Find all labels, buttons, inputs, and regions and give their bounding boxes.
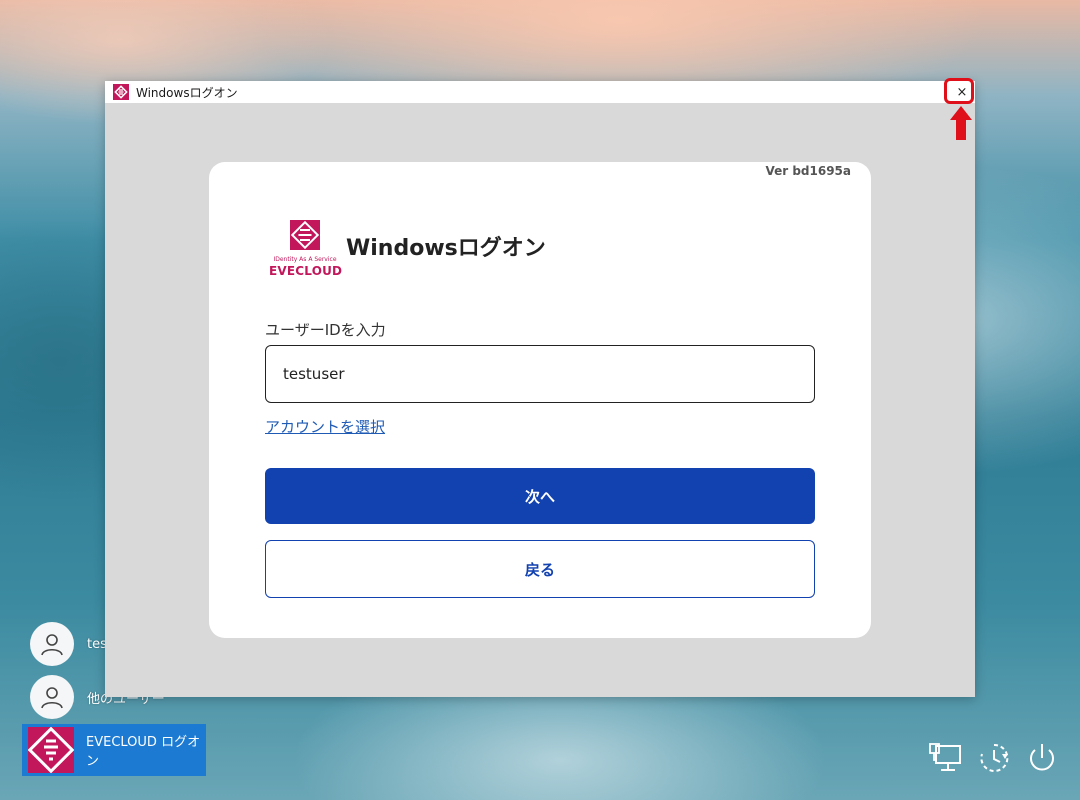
brand-tagline: IDentity As A Service (273, 256, 337, 263)
evecloud-brand-logo: IDentity As A Service EVECLOUD (269, 220, 343, 282)
logon-card: Ver bd1695a IDentity As A Service EVECLO… (209, 162, 871, 638)
user-avatar-icon (30, 675, 74, 719)
user-id-label: ユーザーIDを入力 (265, 321, 386, 339)
next-button[interactable]: 次へ (265, 468, 815, 524)
power-icon[interactable] (1024, 740, 1060, 776)
user-name: tes (87, 636, 107, 652)
brand-name: EVECLOUD (269, 264, 343, 278)
network-icon[interactable] (928, 740, 964, 776)
accessibility-icon[interactable] (976, 740, 1012, 776)
evecloud-logon-tile[interactable]: EVECLOUD ログオン (22, 724, 206, 776)
back-button[interactable]: 戻る (265, 540, 815, 598)
evecloud-logo-icon (113, 84, 129, 100)
page-title: Windowsログオン (346, 236, 546, 261)
close-button-highlight (944, 78, 974, 104)
user-tile-testuser[interactable]: tes (30, 622, 107, 666)
evecloud-logo-icon (290, 220, 320, 250)
window-titlebar: Windowsログオン × (105, 81, 975, 103)
window-title: Windowsログオン (136, 85, 238, 100)
user-avatar-icon (30, 622, 74, 666)
evecloud-logo-icon (27, 726, 75, 774)
red-arrow-up-icon (950, 106, 972, 140)
evecloud-tile-label: EVECLOUD ログオン (86, 735, 201, 769)
user-id-input[interactable]: testuser (265, 345, 815, 403)
version-label: Ver bd1695a (765, 164, 851, 178)
select-account-link[interactable]: アカウントを選択 (265, 416, 385, 437)
logon-window: Windowsログオン × Ver bd1695a IDentity As A … (105, 81, 975, 697)
